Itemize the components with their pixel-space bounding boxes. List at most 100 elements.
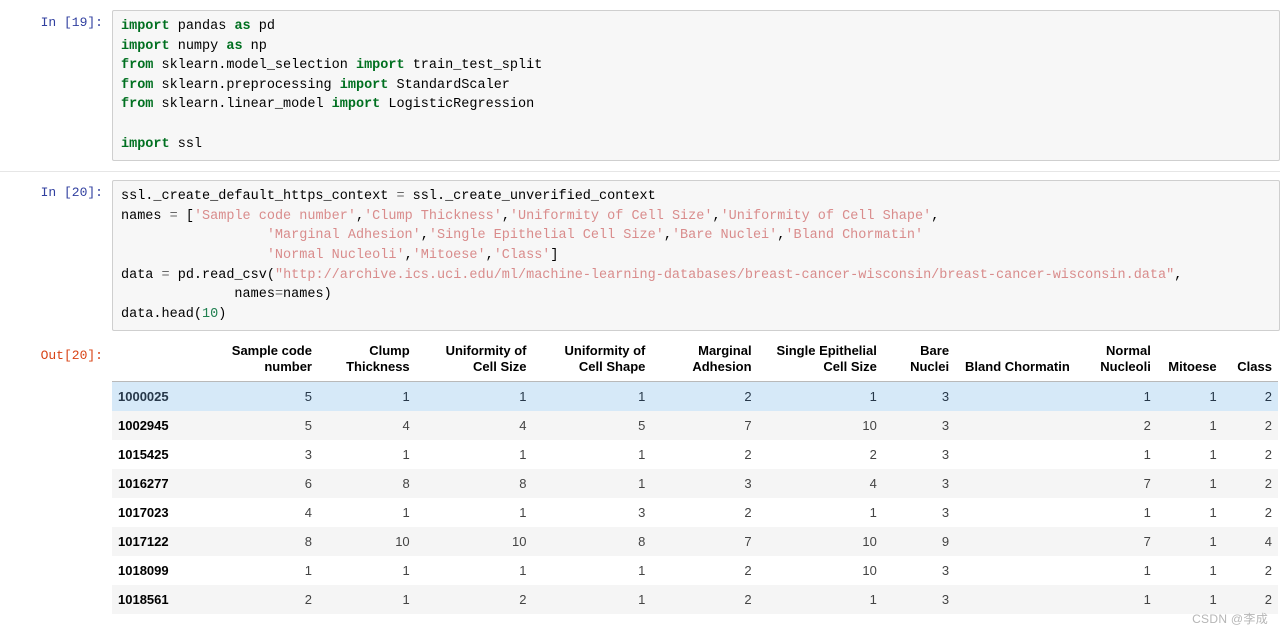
code-source-in-19[interactable]: import pandas as pd import numpy as np f… <box>121 17 1271 154</box>
notebook-container: In [19]: import pandas as pd import nump… <box>0 0 1280 615</box>
table-cell: 2 <box>1264 505 1272 521</box>
cell-prompt-out-20: Out[20]: <box>40 348 103 364</box>
table-cell: 2 <box>304 592 312 608</box>
table-cell: 4 <box>402 418 410 434</box>
table-cell: 1 <box>1209 476 1217 492</box>
table-cell <box>955 556 1070 585</box>
cell-prompt-in-20: In [20]: <box>40 185 103 201</box>
table-cell: 7 <box>744 534 752 550</box>
row-index-cell: 1017122 <box>118 534 169 550</box>
table-cell: 1 <box>519 505 527 521</box>
table-row: 1016277 6 8 8 1 3 4 3 7 1 2 <box>112 469 1278 499</box>
table-cell: 1 <box>1209 563 1217 579</box>
dataframe-table: Sample code number Clump Thickness Unifo… <box>112 343 1278 615</box>
table-cell: 8 <box>638 534 646 550</box>
row-index-cell: 1017023 <box>118 505 169 521</box>
table-cell: 1 <box>638 563 646 579</box>
table-cell: 8 <box>304 534 312 550</box>
table-cell: 1 <box>402 563 410 579</box>
table-cell: 3 <box>941 418 950 434</box>
row-index-cell: 1016277 <box>118 476 169 492</box>
table-cell: 1 <box>304 563 312 579</box>
table-cell: 3 <box>941 563 950 579</box>
table-cell: 3 <box>941 389 950 405</box>
code-editor-in-20[interactable]: ssl._create_default_https_context = ssl.… <box>112 180 1280 332</box>
table-cell <box>955 498 1070 527</box>
table-row: 1015425 3 1 1 1 2 2 3 1 1 2 <box>112 440 1278 470</box>
table-cell: 2 <box>1264 447 1272 463</box>
table-cell: 1 <box>402 389 410 405</box>
table-cell: 3 <box>744 476 752 492</box>
table-cell: 4 <box>1264 534 1272 550</box>
table-cell: 2 <box>744 563 752 579</box>
table-cell: 1 <box>869 592 877 608</box>
table-cell: 1 <box>1209 534 1217 550</box>
table-cell: 2 <box>744 592 752 608</box>
code-source-in-20[interactable]: ssl._create_default_https_context = ssl.… <box>121 187 1271 324</box>
code-editor-in-19[interactable]: import pandas as pd import numpy as np f… <box>112 10 1280 162</box>
table-cell: 2 <box>1264 476 1272 492</box>
table-cell: 8 <box>519 476 527 492</box>
table-cell: 1 <box>1209 389 1217 405</box>
table-cell: 1 <box>869 389 877 405</box>
table-cell: 10 <box>862 563 877 579</box>
col-header-uniformity-of-cell-size: Uniformity of Cell Size <box>445 343 527 375</box>
table-cell: 1 <box>869 505 877 521</box>
table-cell: 1 <box>402 592 410 608</box>
notebook-cell-in-20[interactable]: In [20]: ssl._create_default_https_conte… <box>0 172 1280 338</box>
notebook-cell-out-20: Out[20]: Sample code number Clump Thickn… <box>0 337 1280 615</box>
table-cell: 9 <box>941 534 950 550</box>
table-cell: 10 <box>862 418 877 434</box>
table-cell: 2 <box>519 592 527 608</box>
table-cell: 8 <box>402 476 410 492</box>
table-cell: 1 <box>519 563 527 579</box>
table-cell: 1 <box>1209 592 1217 608</box>
table-cell: 2 <box>869 447 877 463</box>
table-cell: 5 <box>638 418 646 434</box>
table-cell: 6 <box>304 476 312 492</box>
table-cell: 2 <box>1264 563 1272 579</box>
table-cell: 1 <box>1143 592 1151 608</box>
table-header-row: Sample code number Clump Thickness Unifo… <box>112 343 1278 382</box>
table-cell: 2 <box>1264 418 1272 434</box>
table-cell: 7 <box>744 418 752 434</box>
table-cell: 1 <box>638 389 646 405</box>
table-cell: 3 <box>941 592 950 608</box>
table-cell: 10 <box>862 534 877 550</box>
col-header-bare-nuclei: Bare Nuclei <box>910 343 950 375</box>
col-header-bland-chormatin: Bland Chormatin <box>965 359 1070 375</box>
table-cell: 2 <box>1264 389 1272 405</box>
table-row: 1000025 5 1 1 1 2 1 3 1 1 2 <box>112 381 1278 412</box>
cell-prompt-in-19: In [19]: <box>40 15 103 30</box>
row-index-cell: 1018561 <box>118 592 169 608</box>
table-cell: 2 <box>1143 418 1151 434</box>
col-header-sample-code-number: Sample code number <box>231 343 312 375</box>
row-index-cell: 1000025 <box>118 389 169 405</box>
table-cell <box>955 440 1070 469</box>
table-cell: 1 <box>638 476 646 492</box>
table-cell: 5 <box>304 418 312 434</box>
table-cell: 1 <box>1143 563 1151 579</box>
table-cell: 3 <box>304 447 312 463</box>
table-cell: 1 <box>402 447 410 463</box>
col-header-normal-nucleoli: Normal Nucleoli <box>1100 343 1151 375</box>
table-cell: 1 <box>1209 418 1217 434</box>
col-header-class: Class <box>1237 359 1272 375</box>
table-cell: 2 <box>744 447 752 463</box>
table-cell: 3 <box>941 476 950 492</box>
table-cell: 1 <box>1143 505 1151 521</box>
table-cell <box>955 585 1070 614</box>
table-cell: 10 <box>512 534 527 550</box>
table-row: 1018561 2 1 2 1 2 1 3 1 1 2 <box>112 585 1278 615</box>
dataframe-header: Sample code number Clump Thickness Unifo… <box>112 343 1278 382</box>
table-cell <box>955 469 1070 498</box>
table-cell: 1 <box>638 592 646 608</box>
col-header-single-epithelial-cell-size: Single Epithelial Cell Size <box>776 343 877 375</box>
notebook-cell-in-19[interactable]: In [19]: import pandas as pd import nump… <box>0 0 1280 172</box>
table-cell: 7 <box>1143 534 1151 550</box>
table-cell: 10 <box>395 534 410 550</box>
table-row: 1018099 1 1 1 1 2 10 3 1 1 2 <box>112 556 1278 586</box>
row-index-cell: 1015425 <box>118 447 169 463</box>
table-cell: 1 <box>402 505 410 521</box>
table-cell: 1 <box>1143 389 1151 405</box>
